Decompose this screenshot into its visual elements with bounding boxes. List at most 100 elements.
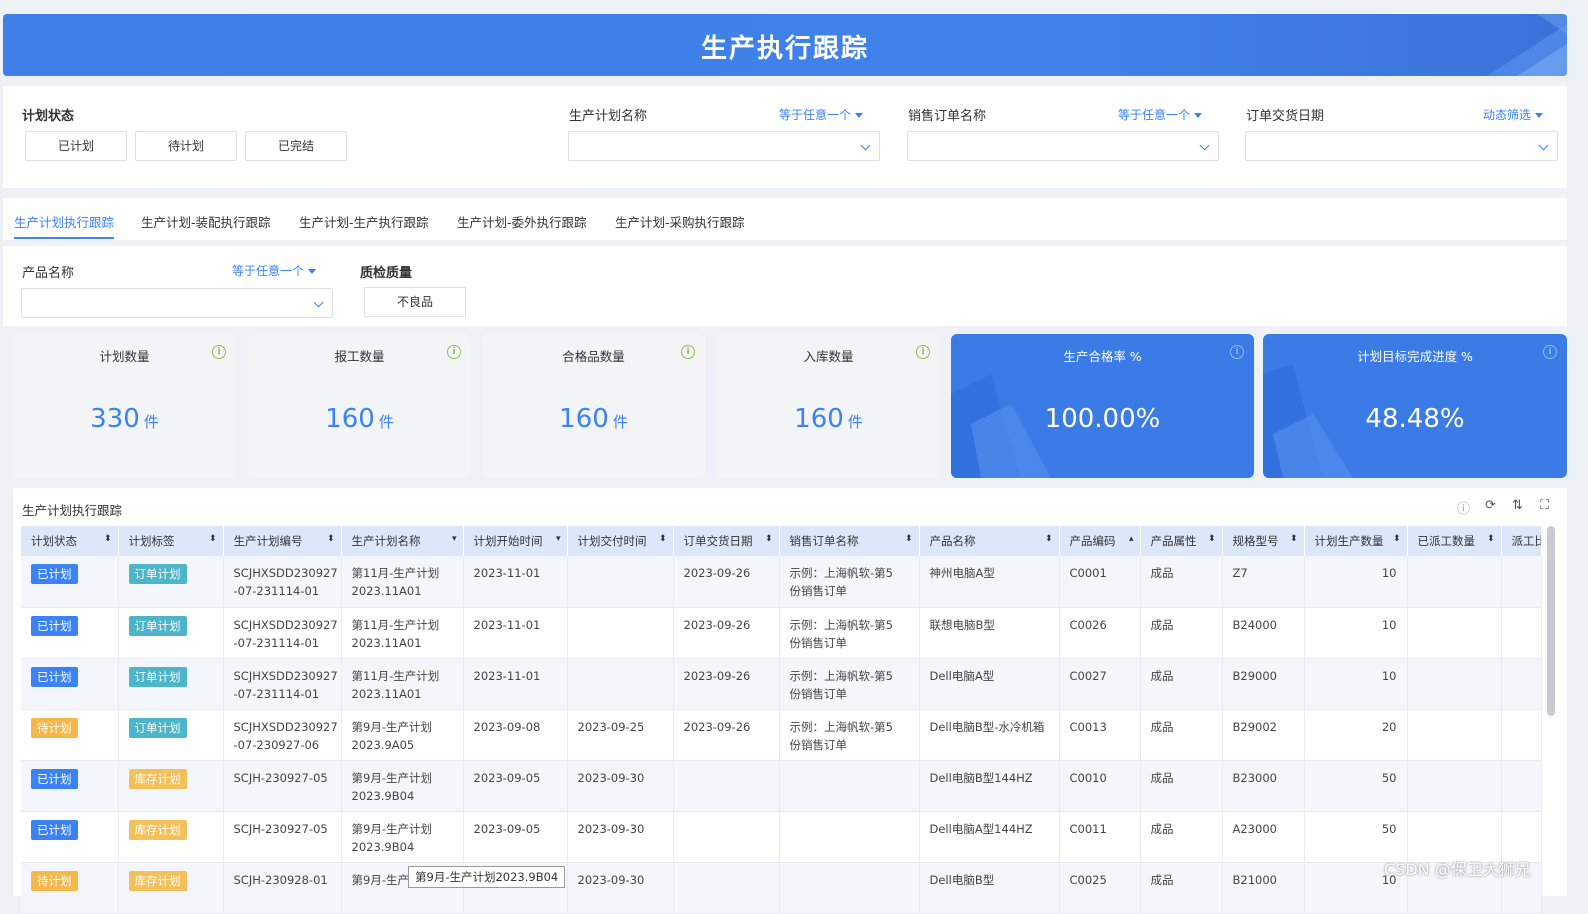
table-row[interactable]: 已计划 订单计划 SCJHXSDD230927 -07-231114-01 第11月-生… xyxy=(21,607,1542,659)
sort-icon[interactable]: ⬍ xyxy=(1045,534,1053,544)
product-operator[interactable]: 等于任意一个 xyxy=(232,262,317,279)
cell-status: 已计划 xyxy=(21,811,119,863)
cell-order-date: 2023-09-26 xyxy=(673,709,780,761)
status-option-pending[interactable]: 待计划 xyxy=(135,131,237,161)
sort-icon[interactable]: ⬍ xyxy=(765,534,773,544)
cell-sales-order xyxy=(779,811,920,863)
cell-sales-order: 示例：上海帆软-第5 份销售订单 xyxy=(779,658,920,710)
info-icon[interactable]: i xyxy=(1230,345,1244,359)
sort-icon[interactable]: ⬍ xyxy=(1208,534,1216,544)
sales-order-operator[interactable]: 等于任意一个 xyxy=(1118,106,1203,123)
info-icon[interactable]: ⓘ xyxy=(1457,498,1470,517)
cell-tag: 订单计划 xyxy=(118,709,224,761)
kpi-unit: 件 xyxy=(612,413,628,431)
plan-code-line: SCJH-230927-05 xyxy=(233,821,328,836)
column-header[interactable]: 计划开始时间 ▾ xyxy=(463,526,568,556)
info-icon[interactable]: i xyxy=(212,345,226,359)
column-header[interactable]: 计划标签 ⬍ xyxy=(118,526,224,556)
column-header[interactable]: 销售订单名称 ⬍ xyxy=(779,526,920,556)
plan-name-line: 第9月-生产计划 xyxy=(351,719,432,734)
sort-icon[interactable]: ⬍ xyxy=(905,534,913,544)
info-icon[interactable]: i xyxy=(447,345,461,359)
column-label: 产品属性 xyxy=(1150,534,1197,548)
tab-outsource-execution[interactable]: 生产计划-委外执行跟踪 xyxy=(457,212,587,231)
column-header[interactable]: 产品属性 ⬍ xyxy=(1140,526,1223,556)
delivery-date-select[interactable] xyxy=(1245,131,1558,161)
product-select[interactable] xyxy=(21,288,333,318)
cell-product-attr: 成品 xyxy=(1140,862,1223,914)
sales-order-select[interactable] xyxy=(907,131,1219,161)
sort-icon[interactable]: ⬍ xyxy=(1487,534,1495,544)
delivery-date-operator[interactable]: 动态筛选 xyxy=(1483,106,1544,123)
sort-desc-icon[interactable]: ▾ xyxy=(452,534,457,544)
sort-desc-icon[interactable]: ▾ xyxy=(556,534,561,544)
info-icon[interactable]: i xyxy=(916,345,930,359)
plan-name-line: 第9月-生产计划 xyxy=(351,821,432,836)
table-row[interactable]: 已计划 订单计划 SCJHXSDD230927 -07-231114-01 第11月-生… xyxy=(21,556,1542,608)
table-row[interactable]: 待计划 库存计划 SCJH-230928-01 第9月-生产 2023-09-30 Del… xyxy=(21,862,1542,914)
plan-name-line: 第11月-生产计划 xyxy=(351,617,440,632)
tab-plan-execution[interactable]: 生产计划执行跟踪 xyxy=(14,212,115,239)
column-header[interactable]: 计划交付时间 ⬍ xyxy=(567,526,674,556)
delivery-date-filter-label: 订单交货日期 xyxy=(1246,109,1325,124)
sort-asc-icon[interactable]: ▴ xyxy=(1129,534,1134,544)
sort-settings-icon[interactable]: ⇅ xyxy=(1512,498,1523,513)
sort-icon[interactable]: ⬍ xyxy=(659,534,667,544)
tab-purchase-execution[interactable]: 生产计划-采购执行跟踪 xyxy=(615,212,745,231)
kpi-value: 330 件 xyxy=(13,404,236,434)
cell-sales-order xyxy=(779,862,920,914)
sales-order-line: 示例：上海帆软-第5 xyxy=(789,719,893,734)
sort-icon[interactable]: ⬍ xyxy=(209,534,217,544)
sort-icon[interactable]: ⬍ xyxy=(327,534,335,544)
plan-name-select[interactable] xyxy=(568,131,880,161)
tab-production-execution[interactable]: 生产计划-生产执行跟踪 xyxy=(299,212,429,231)
plan-name-line: 2023.11A01 xyxy=(351,686,422,701)
cell-product-code: C0013 xyxy=(1059,709,1141,761)
refresh-icon[interactable]: ⟳ xyxy=(1485,498,1496,513)
cell-plan-qty: 10 xyxy=(1304,556,1408,608)
plan-name-operator[interactable]: 等于任意一个 xyxy=(779,106,864,123)
cell-product-code: C0010 xyxy=(1059,760,1141,812)
column-header[interactable]: 订单交货日期 ⬍ xyxy=(673,526,780,556)
cell-plan-code: SCJH-230927-05 xyxy=(223,760,342,812)
table-row[interactable]: 已计划 库存计划 SCJH-230927-05 第9月-生产计划 2023.9B04 20… xyxy=(21,760,1542,812)
column-header[interactable]: 派工比 xyxy=(1501,526,1542,556)
sort-icon[interactable]: ⬍ xyxy=(1290,534,1298,544)
column-header[interactable]: 产品名称 ⬍ xyxy=(919,526,1060,556)
page-title: 生产执行跟踪 xyxy=(700,34,869,64)
table-row[interactable]: 待计划 订单计划 SCJHXSDD230927 -07-230927-06 第9月-生产… xyxy=(21,709,1542,761)
table-scrollbar[interactable] xyxy=(1547,526,1555,716)
cell-dispatched-qty xyxy=(1407,709,1502,761)
info-icon[interactable]: i xyxy=(681,345,695,359)
table-row[interactable]: 已计划 订单计划 SCJHXSDD230927 -07-231114-01 第11月-生… xyxy=(21,658,1542,710)
cell-plan-name: 第9月-生产计划 2023.9B04 xyxy=(341,760,464,812)
cell-dispatched-qty xyxy=(1407,811,1502,863)
cell-status: 已计划 xyxy=(21,658,119,710)
sort-icon[interactable]: ⬍ xyxy=(104,534,112,544)
column-header[interactable]: 生产计划名称 ▾ xyxy=(341,526,464,556)
cell-spec: B24000 xyxy=(1222,607,1305,659)
filter-panel: 计划状态 已计划 待计划 已完结 生产计划名称 等于任意一个 销售订单名称 等于… xyxy=(3,86,1567,188)
column-header[interactable]: 已派工数量 ⬍ xyxy=(1407,526,1502,556)
fullscreen-icon[interactable]: ⛶ xyxy=(1540,498,1549,513)
kpi-value: 48.48% xyxy=(1365,404,1465,434)
column-header[interactable]: 生产计划编号 ⬍ xyxy=(223,526,342,556)
column-header[interactable]: 规格型号 ⬍ xyxy=(1222,526,1305,556)
info-icon[interactable]: i xyxy=(1543,345,1557,359)
cell-product-code: C0027 xyxy=(1059,658,1141,710)
status-option-planned[interactable]: 已计划 xyxy=(25,131,127,161)
sort-icon[interactable]: ⬍ xyxy=(1393,534,1401,544)
cell-product-attr: 成品 xyxy=(1140,658,1223,710)
plan-name-line: 第11月-生产计划 xyxy=(351,668,440,683)
cell-deliver-date xyxy=(567,556,674,608)
kpi-card-plan-qty: 计划数量 i 330 件 xyxy=(13,334,236,478)
execution-table: 计划状态 ⬍ 计划标签 ⬍ 生产计划编号 ⬍ 生产计划名称 ▾ 计划开始时间 ▾ 计划交付… xyxy=(21,526,1542,914)
tab-assembly-execution[interactable]: 生产计划-装配执行跟踪 xyxy=(141,212,271,231)
status-option-closed[interactable]: 已完结 xyxy=(245,131,347,161)
column-header[interactable]: 产品编码 ▴ xyxy=(1059,526,1141,556)
table-row[interactable]: 已计划 库存计划 SCJH-230927-05 第9月-生产计划 2023.9B04 20… xyxy=(21,811,1542,863)
column-header[interactable]: 计划生产数量 ⬍ xyxy=(1304,526,1408,556)
cell-plan-code: SCJHXSDD230927 -07-231114-01 xyxy=(223,607,342,659)
column-header[interactable]: 计划状态 ⬍ xyxy=(21,526,119,556)
quality-option-defective[interactable]: 不良品 xyxy=(364,287,466,317)
